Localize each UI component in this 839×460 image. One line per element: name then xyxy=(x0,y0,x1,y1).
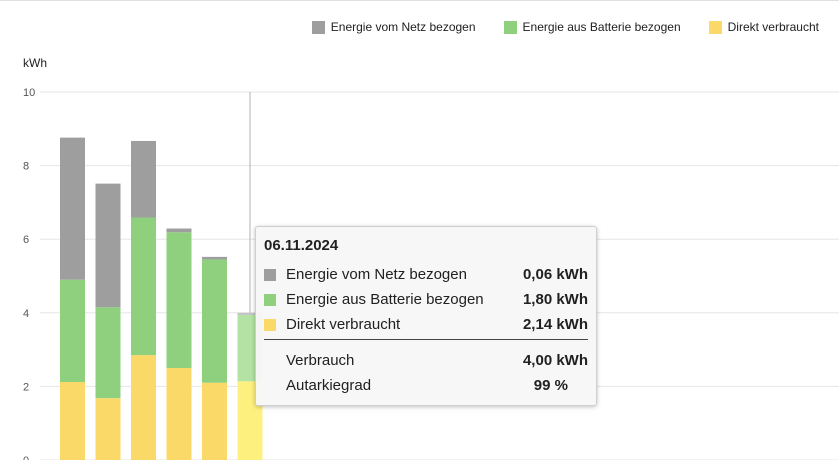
tooltip-label-consumption: Verbrauch xyxy=(286,352,355,369)
tooltip-value-grid: 0,06 kWh xyxy=(522,266,588,283)
y-tick-label-0: 0 xyxy=(23,455,29,460)
tooltip-separator xyxy=(264,339,588,340)
bar-4-series-1[interactable] xyxy=(166,368,192,460)
bar-3-series-2[interactable] xyxy=(131,217,156,356)
bar-4-series-2[interactable] xyxy=(166,232,192,368)
bar-1-series-3[interactable] xyxy=(60,137,85,280)
y-tick-label-8: 8 xyxy=(23,161,29,173)
tooltip-value-battery: 1,80 kWh xyxy=(522,291,588,308)
y-tick-label-6: 6 xyxy=(23,234,29,246)
tooltip-value-consumption: 4,00 kWh xyxy=(522,352,588,369)
chart-tooltip: 06.11.2024 Energie vom Netz bezogen 0,06… xyxy=(255,226,597,406)
tooltip-swatch-battery xyxy=(264,293,276,306)
bar-3-series-3[interactable] xyxy=(131,140,156,218)
tooltip-row-grid: Energie vom Netz bezogen 0,06 kWh xyxy=(264,262,588,287)
tooltip-label-autarky: Autarkiegrad xyxy=(286,377,372,394)
bar-2-series-1[interactable] xyxy=(95,398,121,460)
tooltip-label-direct: Direkt verbraucht xyxy=(286,316,401,333)
tooltip-label-battery: Energie aus Batterie bezogen xyxy=(286,291,484,308)
tooltip-row-autarky: Autarkiegrad 99 % xyxy=(264,373,588,398)
tooltip-row-consumption: Verbrauch 4,00 kWh xyxy=(264,348,588,373)
y-tick-label-10: 10 xyxy=(23,87,35,99)
y-tick-label-2: 2 xyxy=(23,381,29,393)
bar-1-series-2[interactable] xyxy=(60,279,85,382)
tooltip-value-autarky: 99 % xyxy=(533,377,568,394)
bar-5-series-1[interactable] xyxy=(202,382,227,460)
bar-2-series-3[interactable] xyxy=(95,183,121,308)
tooltip-date: 06.11.2024 xyxy=(264,237,339,254)
y-tick-label-4: 4 xyxy=(23,308,29,320)
bar-5-series-3[interactable] xyxy=(202,256,227,260)
bar-2-series-2[interactable] xyxy=(95,307,121,399)
tooltip-value-direct: 2,14 kWh xyxy=(522,316,588,333)
tooltip-swatch-direct xyxy=(264,318,276,331)
bar-5-series-2[interactable] xyxy=(202,259,227,383)
tooltip-row-direct: Direkt verbraucht 2,14 kWh xyxy=(264,312,588,337)
tooltip-swatch-grid xyxy=(264,268,276,281)
bar-3-series-1[interactable] xyxy=(131,355,156,460)
bar-4-series-3[interactable] xyxy=(166,228,192,233)
tooltip-label-grid: Energie vom Netz bezogen xyxy=(286,266,467,283)
bar-1-series-1[interactable] xyxy=(60,381,85,460)
tooltip-row-battery: Energie aus Batterie bezogen 1,80 kWh xyxy=(264,287,588,312)
